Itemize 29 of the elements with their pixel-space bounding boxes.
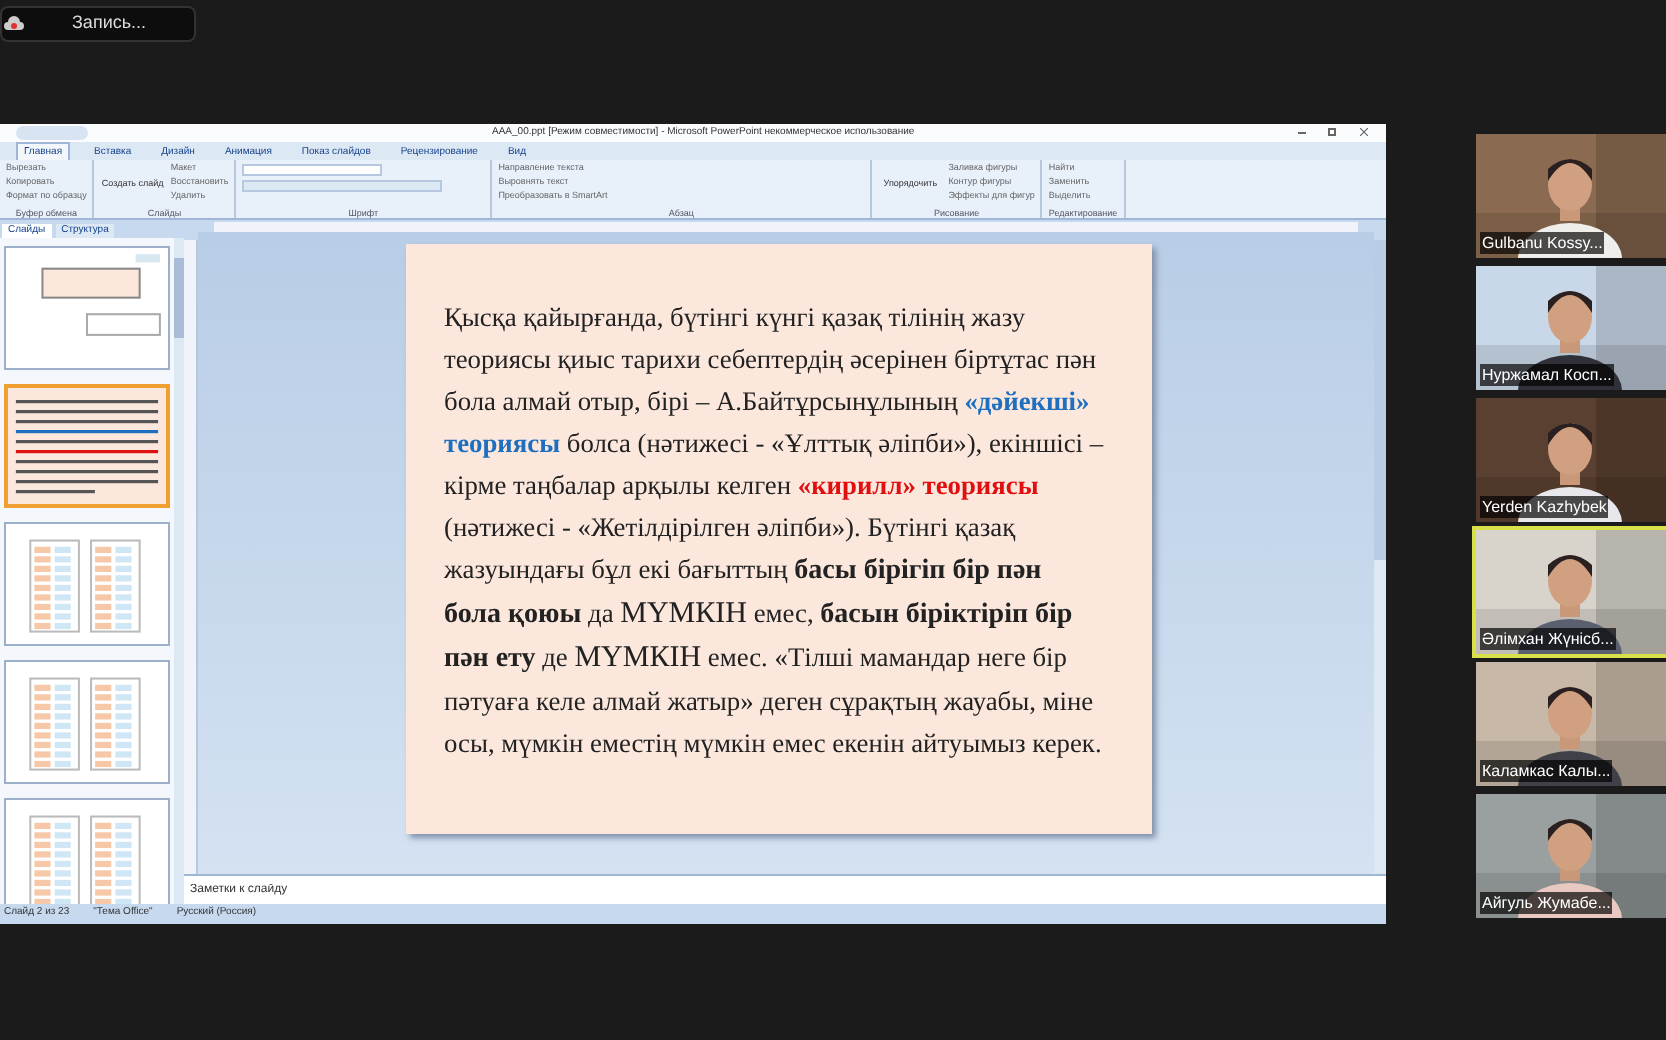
font-format-buttons[interactable] — [242, 180, 443, 192]
participant-video[interactable]: Gulbanu Kossy... — [1476, 134, 1666, 258]
participant-video[interactable]: Айгуль Жумабе... — [1476, 794, 1666, 918]
scrollbar[interactable] — [1374, 240, 1386, 874]
participant-name: Нуржамал Косп... — [1480, 364, 1614, 386]
close-icon[interactable] — [1360, 128, 1368, 136]
scrollbar[interactable] — [174, 238, 184, 904]
slide-thumbnail[interactable] — [4, 798, 170, 904]
recording-label: Запись... — [72, 10, 147, 37]
participant-video[interactable]: Каламкас Калы... — [1476, 662, 1666, 786]
participant-name: Әлімхан Жүнісб... — [1480, 628, 1616, 650]
participant-video[interactable]: Нуржамал Косп... — [1476, 266, 1666, 390]
participant-name: Gulbanu Kossy... — [1480, 232, 1605, 254]
participant-name: Каламкас Калы... — [1480, 760, 1613, 782]
cloud-icon — [4, 16, 24, 32]
slide[interactable] — [406, 244, 1152, 834]
participant-name: Yerden Kazhybek — [1480, 496, 1609, 518]
quick-access-toolbar[interactable] — [16, 126, 88, 140]
slide-thumbnail[interactable] — [4, 522, 170, 646]
slide-thumbnail[interactable] — [4, 660, 170, 784]
font-name-field[interactable] — [242, 164, 383, 176]
maximize-icon[interactable] — [1328, 128, 1336, 136]
slide-text: Қысқа қайырғанда, бүтінгі күнгі қазақ тілінің жазу теориясы қиыс тарихи себептердің әсерінен біртұтас пән бола алмай отыр, бірі – А.Байтұрсынұлының «дәйекші» теориясы болса (нәтижесі - «Ұлттық әліпби»), екіншісі – кірме таңбалар арқылы келген «кирилл» теориясы (нәтижесі - «Жетілдірілген әліпби»). Бүтінгі қазақ жазуындағы бұл екі бағыттың басы бірігіп бір пән бола қоюы да МҮМКІН емес, басын біріктіріп бір пән ету де МҮМКІН емес. «Тілші мамандар неге бір пәтуаға келе алмай жатыр» деген сұрақтың жауабы, міне осы, мүмкін еместің мүмкін емес екенін айтуымыз керек. — [444, 300, 1104, 762]
participant-video[interactable]: Yerden Kazhybek — [1476, 398, 1666, 522]
slide-thumbnail[interactable] — [4, 246, 170, 370]
participant-video[interactable]: Әлімхан Жүнісб... — [1476, 530, 1666, 654]
slide-thumbnail[interactable] — [4, 384, 170, 508]
participant-name: Айгуль Жумабе... — [1480, 892, 1613, 914]
recording-indicator[interactable]: Запись... — [0, 6, 196, 42]
